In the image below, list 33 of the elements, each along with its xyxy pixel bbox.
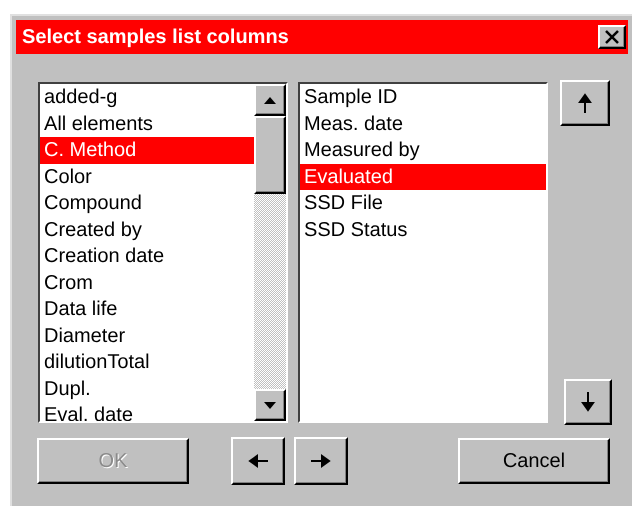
list-item[interactable]: dilutionTotal xyxy=(40,349,254,376)
list-item[interactable]: Created by xyxy=(40,216,254,243)
list-item[interactable]: SSD File xyxy=(300,190,546,216)
list-item[interactable]: Data life xyxy=(40,296,254,322)
list-item[interactable]: Creation date xyxy=(40,243,254,270)
move-up-button[interactable] xyxy=(560,80,610,126)
close-icon xyxy=(605,30,619,44)
list-item[interactable]: Crom xyxy=(40,270,254,296)
list-item[interactable]: C. Method xyxy=(40,137,254,164)
scroll-thumb[interactable] xyxy=(254,116,286,194)
scroll-up-button[interactable] xyxy=(254,84,286,116)
cancel-button[interactable]: Cancel xyxy=(458,438,610,484)
remove-column-button[interactable] xyxy=(231,437,285,485)
scrollbar[interactable] xyxy=(254,84,286,421)
list-item[interactable]: Compound xyxy=(40,190,254,216)
list-item[interactable]: Color xyxy=(40,164,254,190)
list-item[interactable]: Eval. date xyxy=(40,402,254,421)
list-item[interactable]: Diameter xyxy=(40,322,254,349)
list-item[interactable]: Sample ID xyxy=(300,84,546,110)
close-button[interactable] xyxy=(598,25,626,49)
list-item[interactable]: Evaluated xyxy=(300,164,546,190)
list-item[interactable]: Meas. date xyxy=(300,110,546,137)
up-triangle-icon xyxy=(264,96,276,104)
down-triangle-icon xyxy=(264,402,276,408)
add-column-button[interactable] xyxy=(294,437,348,485)
list-item[interactable]: SSD Status xyxy=(300,216,546,243)
list-item[interactable]: added-g xyxy=(40,84,254,110)
scroll-down-button[interactable] xyxy=(254,389,286,421)
list-item[interactable]: Measured by xyxy=(300,137,546,164)
list-item[interactable]: Dupl. xyxy=(40,376,254,402)
move-down-button[interactable] xyxy=(564,379,612,425)
window-title: Select samples list columns xyxy=(22,25,289,50)
list-item[interactable]: All elements xyxy=(40,110,254,137)
